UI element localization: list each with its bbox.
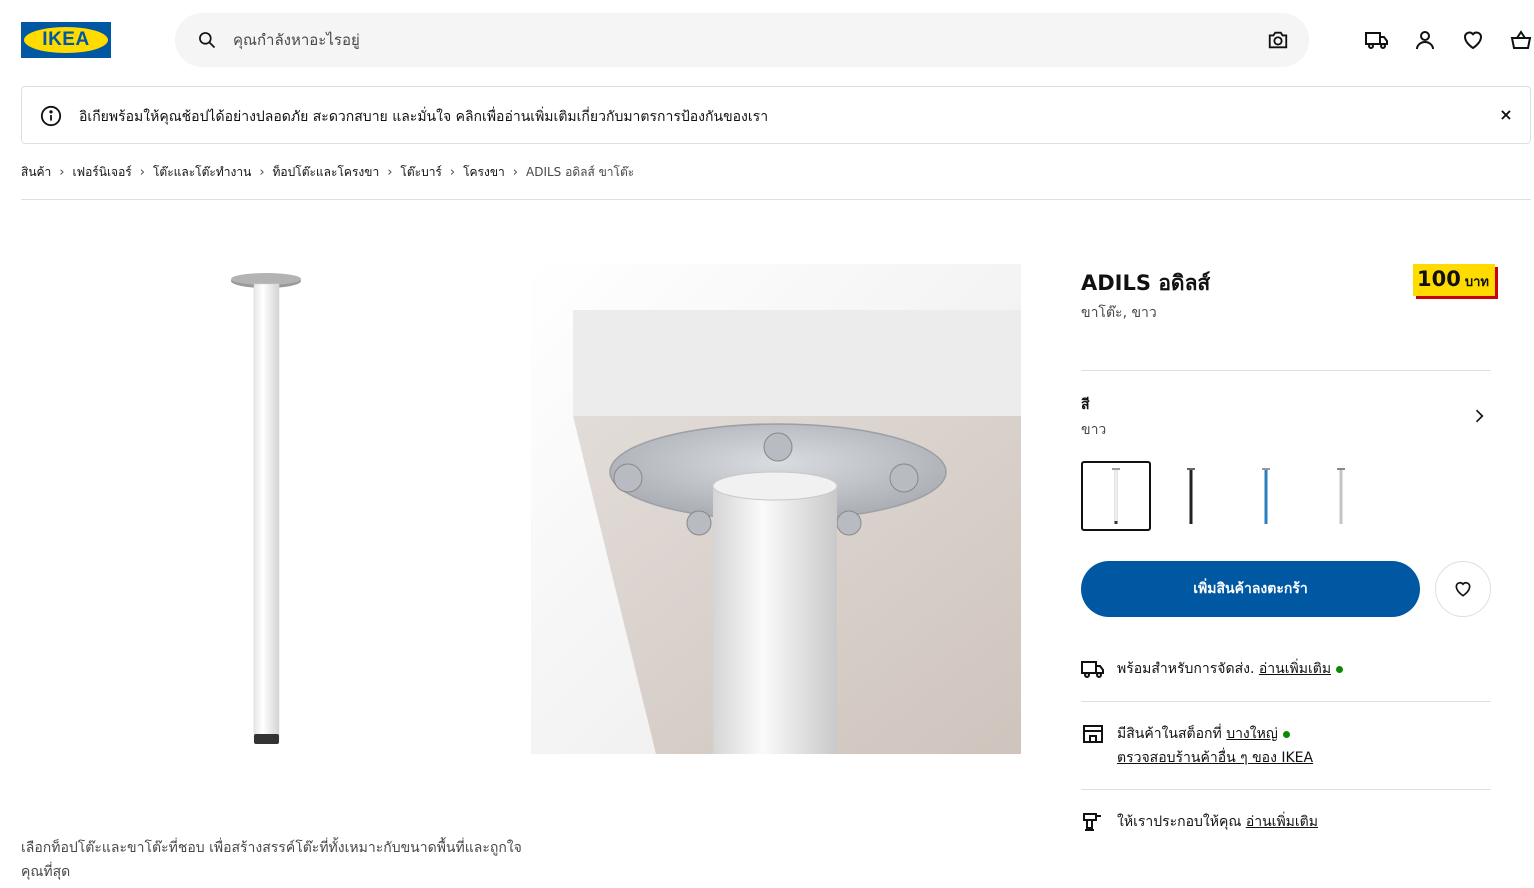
chevron-right-icon[interactable] [1469, 406, 1489, 426]
breadcrumb-item[interactable]: เฟอร์นิเจอร์ [73, 163, 132, 182]
truck-icon[interactable] [1365, 28, 1389, 52]
breadcrumb-item[interactable]: โต๊ะบาร์ [400, 163, 441, 182]
search-bar[interactable] [175, 13, 1309, 67]
breadcrumb-separator: › [512, 165, 518, 180]
drill-icon [1083, 813, 1101, 831]
heart-icon [1455, 581, 1471, 597]
product-image-detail[interactable] [531, 264, 1021, 754]
table-leg-illustration [231, 273, 301, 744]
notice-banner: อิเกียพร้อมให้คุณช้อปได้อย่างปลอดภัย สะด… [21, 86, 1531, 144]
product-description: เลือกท็อปโต๊ะและขาโต๊ะที่ชอบ เพื่อสร้างส… [21, 840, 522, 880]
breadcrumb-item[interactable]: โต๊ะและโต๊ะทำงาน [153, 163, 251, 182]
price-value: 100 [1417, 267, 1461, 291]
leg-thumbnail [1187, 468, 1195, 524]
swatch-blue[interactable] [1231, 461, 1301, 531]
divider [1081, 701, 1491, 702]
divider [1081, 789, 1491, 790]
check-other-stores-link[interactable]: ตรวจสอบร้านค้าอื่น ๆ ของ IKEA [1117, 750, 1313, 766]
breadcrumb-separator: › [449, 165, 456, 180]
assembly-read-more-link[interactable]: อ่านเพิ่มเติม [1246, 814, 1318, 830]
store-icon [1083, 725, 1103, 743]
heart-icon[interactable] [1461, 28, 1485, 52]
leg-thumbnail [1112, 468, 1120, 524]
notice-text[interactable]: อิเกียพร้อมให้คุณช้อปได้อย่างปลอดภัย สะด… [79, 106, 768, 128]
truck-icon [1081, 661, 1104, 678]
ikea-logo[interactable]: IKEA [21, 22, 111, 58]
breadcrumb-separator: › [387, 165, 393, 180]
delivery-row: พร้อมสำหรับการจัดส่ง. อ่านเพิ่มเติม [1081, 657, 1491, 681]
user-icon[interactable] [1413, 28, 1437, 52]
breadcrumb: สินค้า › เฟอร์นิเจอร์ › โต๊ะและโต๊ะทำงาน… [21, 163, 634, 182]
swatch-white[interactable] [1081, 461, 1151, 531]
cart-icon[interactable] [1509, 28, 1533, 52]
stock-row: มีสินค้าในสต็อกที่ บางใหญ่ ตรวจสอบร้านค้… [1081, 722, 1491, 770]
leg-thumbnail [1262, 468, 1270, 524]
search-icon[interactable] [197, 30, 217, 50]
swatch-black[interactable] [1156, 461, 1226, 531]
divider [21, 199, 1531, 200]
mounting-plate-illustration [531, 264, 1021, 754]
breadcrumb-separator: › [59, 165, 65, 180]
leg-thumbnail [1337, 468, 1345, 524]
breadcrumb-item[interactable]: โครงขา [463, 163, 505, 182]
product-title: ADILS อดิลส์ [1081, 271, 1211, 295]
divider [1081, 370, 1491, 371]
add-to-cart-button[interactable]: เพิ่มสินค้าลงตะกร้า [1081, 561, 1420, 617]
delivery-read-more-link[interactable]: อ่านเพิ่มเติม [1259, 661, 1331, 677]
product-subtitle: ขาโต๊ะ, ขาว [1081, 305, 1157, 321]
product-image-main[interactable] [21, 264, 511, 754]
assembly-text: ให้เราประกอบให้คุณ [1117, 814, 1242, 830]
color-value: ขาว [1081, 422, 1107, 438]
assembly-row: ให้เราประกอบให้คุณ อ่านเพิ่มเติม [1081, 810, 1491, 834]
breadcrumb-separator: › [139, 165, 145, 180]
swatch-silver[interactable] [1306, 461, 1376, 531]
favourite-button[interactable] [1435, 561, 1491, 617]
breadcrumb-current: ADILS อดิลส์ ขาโต๊ะ [526, 165, 635, 179]
info-icon [40, 105, 62, 127]
stock-text: มีสินค้าในสต็อกที่ [1117, 726, 1222, 742]
price-tag: 100 บาท [1413, 264, 1495, 296]
status-dot [1336, 665, 1344, 673]
camera-icon[interactable] [1267, 29, 1289, 51]
search-input[interactable] [233, 13, 1193, 67]
breadcrumb-separator: › [259, 165, 265, 180]
delivery-text: พร้อมสำหรับการจัดส่ง. [1117, 661, 1255, 677]
store-link[interactable]: บางใหญ่ [1226, 726, 1278, 742]
logo-oval: IKEA [24, 27, 108, 53]
price-currency: บาท [1464, 275, 1489, 290]
close-icon[interactable]: × [1496, 105, 1516, 125]
breadcrumb-item[interactable]: สินค้า [21, 163, 51, 182]
breadcrumb-item[interactable]: ท็อปโต๊ะและโครงขา [273, 163, 380, 182]
color-label[interactable]: สี [1081, 394, 1090, 416]
status-dot [1282, 730, 1290, 738]
logo-text: IKEA [42, 29, 90, 50]
